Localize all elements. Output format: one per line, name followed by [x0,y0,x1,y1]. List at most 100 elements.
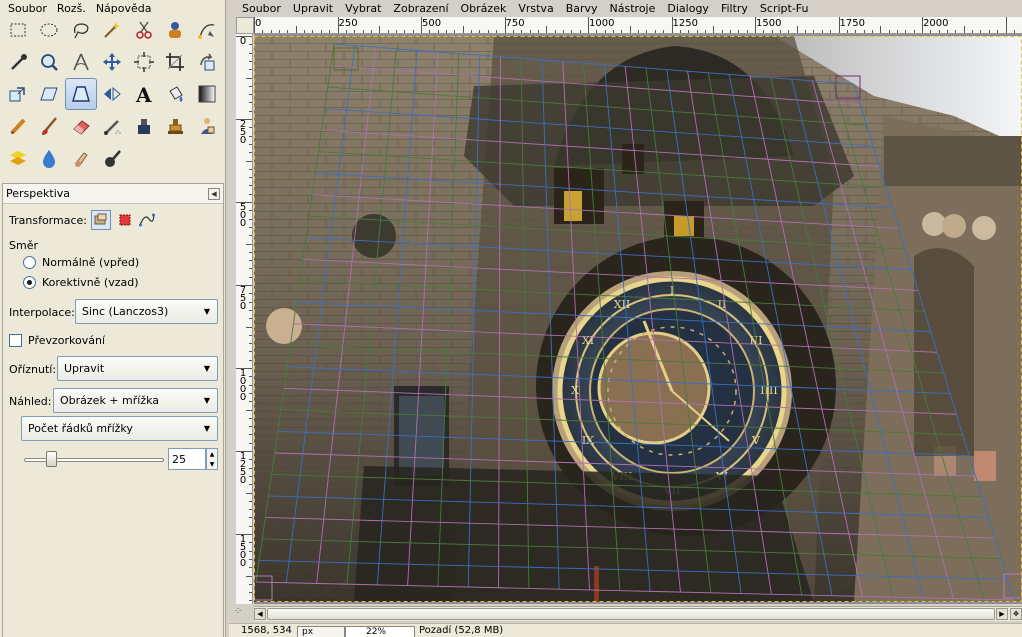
pencil-tool[interactable] [2,110,34,142]
supersampling-label: Převzorkování [28,334,106,347]
shear-icon [40,87,58,101]
perspective-tool[interactable] [65,78,97,110]
grid-lines-spin-arrows[interactable]: ▲ ▼ [206,448,218,470]
rotate-tool[interactable] [191,46,223,78]
rotate-icon [199,53,215,71]
zoom-tool[interactable] [34,46,66,78]
heal-tool[interactable] [191,110,223,142]
perspective-clone-tool[interactable] [2,142,34,174]
crop-tool[interactable] [160,46,192,78]
align-tool[interactable] [128,46,160,78]
menu-obr-zek[interactable]: Obrázek [461,3,507,14]
scroll-left-icon[interactable]: ◀ [254,608,266,620]
vertical-ruler[interactable]: 0 250 500 750 1000 1250 1500 [236,34,253,604]
blur-tool[interactable] [34,142,66,174]
grid-lines-slider-thumb[interactable] [46,451,57,467]
ellipse-select-tool[interactable] [34,14,66,46]
shear-tool[interactable] [34,78,66,110]
vruler-label: 1000 [239,368,247,403]
smudge-tool[interactable] [65,142,97,174]
grid-type-select[interactable]: Počet řádků mřížky ▼ [21,416,218,441]
rect-select-tool[interactable] [2,14,34,46]
grid-lines-slider-track[interactable] [24,458,164,462]
paintbrush-tool[interactable] [34,110,66,142]
vruler-label: 750 [239,285,247,312]
lasso-tool[interactable] [65,14,97,46]
flip-tool[interactable] [97,78,129,110]
move-tool[interactable] [97,46,129,78]
menu-soubor[interactable]: Soubor [242,3,281,14]
menu-zobrazen-[interactable]: Zobrazení [393,3,448,14]
pointer-coordinates: 1568, 534 [241,625,292,636]
direction-corrective-option[interactable]: Korektivně (vzad) [23,276,139,289]
transform-label: Transformace: [9,213,87,227]
supersampling-option[interactable]: Převzorkování [9,334,105,347]
bucket-fill-tool[interactable] [160,78,192,110]
airbrush-tool[interactable] [97,110,129,142]
scroll-right-icon[interactable]: ▶ [996,608,1008,620]
preview-select[interactable]: Obrázek + mřížka ▼ [53,388,218,413]
blend-icon [198,85,216,103]
vruler-label: 1250 [239,451,247,486]
chevron-down-icon: ▼ [203,424,211,433]
menu-dialogy[interactable]: Dialogy [667,3,709,14]
vruler-tick [249,177,252,179]
navigate-icon[interactable]: ✥ [1010,608,1022,620]
chevron-down-icon: ▼ [203,307,211,316]
spin-down-icon[interactable]: ▼ [210,461,215,468]
quick-mask-icon[interactable]: ⁘ [234,606,252,621]
tool-grid: A [2,14,224,174]
menu-rozsireni[interactable]: Rozš. [57,3,86,14]
supersampling-checkbox[interactable] [9,334,22,347]
clock-tower-photo: IIIIII IIIIVVI VIIVIIIIX XXIXII [254,34,1022,604]
scrollbar-thumb[interactable] [267,608,995,620]
ink-tool[interactable] [128,110,160,142]
tab-menu-icon[interactable]: ◀ [208,187,220,200]
menu-napoveda[interactable]: Nápověda [96,3,152,14]
interpolation-select[interactable]: Sinc (Lanczos3) ▼ [75,299,218,324]
menu-n-stroje[interactable]: Nástroje [610,3,656,14]
foreground-select-tool[interactable] [160,14,192,46]
measure-tool[interactable] [65,46,97,78]
menu-filtry[interactable]: Filtry [721,3,748,14]
transform-layer-icon[interactable] [90,210,111,230]
horizontal-ruler[interactable]: 0 250 500 750 1000 1250 1500 1750 2000 [254,17,1022,34]
text-tool[interactable]: A [128,78,160,110]
dodge-burn-tool[interactable] [97,142,129,174]
measure-icon [73,53,89,71]
menu-upravit[interactable]: Upravit [293,3,333,14]
hruler-label: 250 [338,18,358,29]
transform-path-icon[interactable] [137,210,157,230]
menu-script-fu[interactable]: Script-Fu [760,3,809,14]
transform-selection-icon[interactable] [115,210,135,230]
menu-soubor[interactable]: Soubor [8,3,47,14]
image-menubar: Soubor Upravit Vybrat Zobrazení Obrázek Vrstv… [229,0,1022,14]
blend-tool[interactable] [191,78,223,110]
clipping-select[interactable]: Upravit ▼ [57,356,218,381]
direction-normal-option[interactable]: Normálně (vpřed) [23,256,139,269]
vruler-tick [249,484,252,486]
color-picker-tool[interactable] [2,46,34,78]
scissors-select-tool[interactable] [128,14,160,46]
eraser-tool[interactable] [65,110,97,142]
zoom-select[interactable]: 22% [345,626,415,637]
vruler-tick [249,102,252,104]
paths-tool[interactable] [191,14,223,46]
scale-tool[interactable] [2,78,34,110]
grid-lines-spinbox[interactable]: 25 [168,448,206,470]
fuzzy-select-tool[interactable] [97,14,129,46]
perspective-icon [71,86,90,102]
image-canvas[interactable]: IIIIII IIIIVVI VIIVIIIIX XXIXII [254,34,1022,604]
svg-text:X: X [571,384,579,397]
direction-normal-radio[interactable] [23,256,36,269]
vruler-tick [236,119,252,120]
menu-barvy[interactable]: Barvy [566,3,598,14]
unit-select[interactable]: px [297,626,345,637]
horizontal-scrollbar[interactable]: ◀ ▶ ✥ [254,606,1022,621]
clone-tool[interactable] [160,110,192,142]
menu-vrstva[interactable]: Vrstva [518,3,553,14]
direction-corrective-radio[interactable] [23,276,36,289]
vruler-tick [249,309,252,311]
menu-vybrat[interactable]: Vybrat [345,3,381,14]
spin-up-icon[interactable]: ▲ [210,451,215,458]
